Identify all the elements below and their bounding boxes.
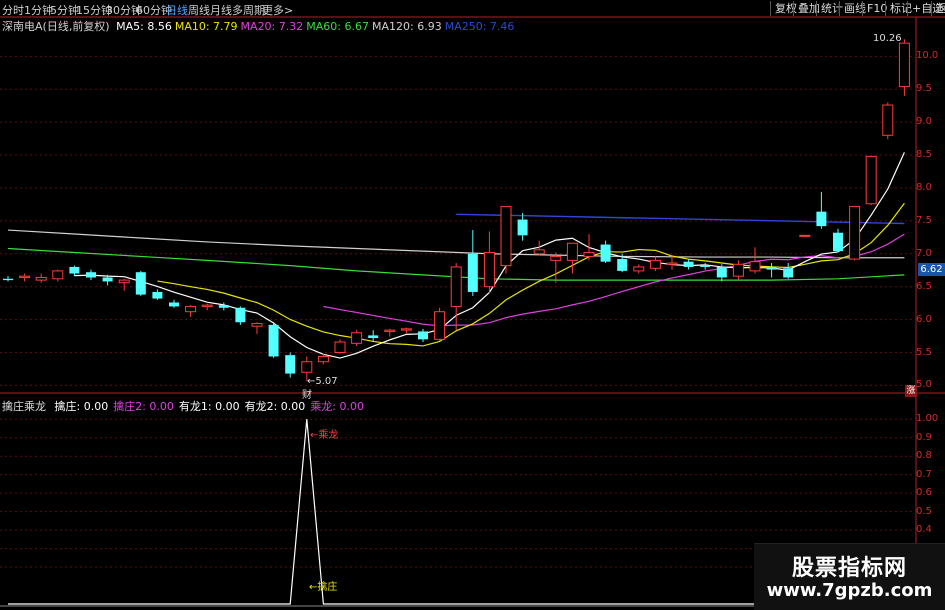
- ind-tick-5: 0.5: [916, 505, 932, 517]
- chenglong-peak-label: ←乘龙: [310, 430, 339, 441]
- indicator-value-3: 有龙2: 0.00: [244, 400, 306, 413]
- current-price-tag: 6.62: [918, 263, 945, 276]
- candle-body-53: [882, 104, 894, 136]
- indicator-value-1: 擒庄2: 0.00: [113, 400, 174, 413]
- candle-body-54: [898, 42, 910, 88]
- candle-body-3: [52, 270, 64, 280]
- candle-body-20: [334, 341, 346, 354]
- candle-body-10: [169, 302, 179, 307]
- candle-body-12: [201, 304, 213, 307]
- candle-body-21: [351, 332, 363, 344]
- candle-body-13: [218, 305, 229, 308]
- candle-body-34: [566, 242, 578, 261]
- zhang-badge: 涨: [905, 385, 917, 397]
- indicator-value-0: 擒庄: 0.00: [54, 400, 109, 413]
- candle-body-24: [400, 328, 412, 331]
- candle-body-38: [633, 266, 645, 272]
- candle-body-5: [86, 272, 96, 278]
- candle-body-6: [102, 277, 113, 282]
- indicator-title[interactable]: 擒庄乘龙: [2, 400, 46, 413]
- candle-body-8: [135, 272, 146, 295]
- indicator-info-line: 擒庄乘龙 擒庄: 0.00 擒庄2: 0.00 有龙1: 0.00 有龙2: 0.00…: [2, 398, 374, 414]
- ind-tick-0: 1.00: [916, 413, 939, 425]
- price-tick-2: 9.0: [916, 116, 932, 128]
- candle-body-51: [849, 205, 861, 260]
- price-tick-8: 6.0: [916, 313, 932, 325]
- candle-body-9: [152, 291, 163, 299]
- ind-tick-3: 0.7: [916, 468, 932, 480]
- candle-body-17: [285, 355, 296, 374]
- candle-body-49: [816, 211, 827, 227]
- candle-body-25: [418, 331, 428, 340]
- candle-body-19: [317, 355, 329, 363]
- candle-body-22: [368, 335, 379, 339]
- ind-tick-4: 0.6: [916, 487, 932, 499]
- candle-body-43: [716, 266, 727, 278]
- kline-chart[interactable]: [0, 0, 945, 609]
- candle-body-7: [118, 279, 130, 284]
- candle-body-36: [600, 244, 611, 262]
- candle-body-29: [483, 251, 495, 288]
- price-tick-4: 8.0: [916, 181, 932, 193]
- watermark-title: 股票指标网: [791, 556, 907, 581]
- candle-body-41: [683, 261, 694, 267]
- candle-body-40: [666, 262, 678, 265]
- candle-body-31: [517, 219, 528, 236]
- watermark-url: www.7gpzb.com: [766, 580, 933, 601]
- price-tick-0: 10.0: [916, 50, 939, 62]
- price-tick-9: 5.5: [916, 346, 932, 358]
- candle-body-39: [649, 259, 661, 269]
- candle-body-35: [583, 251, 595, 257]
- high-price-label: 10.26: [873, 33, 902, 44]
- candle-body-0: [3, 278, 13, 281]
- qinzhuang-base-label: ←擒庄: [309, 582, 338, 593]
- candle-body-33: [550, 255, 562, 261]
- ind-tick-6: 0.4: [916, 524, 932, 536]
- candle-body-50: [833, 232, 843, 252]
- price-tick-3: 8.5: [916, 149, 932, 161]
- candle-body-23: [384, 329, 396, 332]
- watermark-banner: 股票指标网 www.7gpzb.com: [754, 543, 945, 610]
- candle-body-11: [185, 305, 197, 313]
- candle-body-26: [434, 311, 446, 340]
- candle-body-30: [500, 205, 512, 267]
- candle-body-15: [251, 323, 263, 327]
- candle-body-28: [467, 253, 478, 292]
- indicator-value-2: 有龙1: 0.00: [178, 400, 240, 413]
- indicator-values: 擒庄: 0.00 擒庄2: 0.00 有龙1: 0.00 有龙2: 0.00 乘龙: 0…: [55, 400, 370, 413]
- candle-body-37: [617, 259, 628, 271]
- candle-body-2: [35, 276, 47, 281]
- candle-body-18: [301, 361, 313, 373]
- candle-body-52: [865, 155, 877, 205]
- candle-body-1: [19, 275, 31, 278]
- price-tick-6: 7.0: [916, 247, 932, 259]
- candle-body-27: [450, 266, 462, 307]
- candle-body-42: [700, 265, 711, 267]
- price-tick-5: 7.5: [916, 214, 932, 226]
- price-tick-10: 5.0: [916, 379, 932, 391]
- candle-body-16: [268, 324, 279, 357]
- ind-tick-2: 0.8: [916, 450, 932, 462]
- candle-body-48: [799, 234, 811, 237]
- candle-body-45: [749, 261, 761, 272]
- candle-body-14: [235, 307, 246, 323]
- indicator-value-4: 乘龙: 0.00: [310, 400, 365, 413]
- ind-tick-1: 0.9: [916, 431, 932, 443]
- candle-body-32: [533, 249, 545, 255]
- price-tick-1: 9.5: [916, 83, 932, 95]
- candle-body-4: [69, 266, 80, 274]
- price-tick-7: 6.5: [916, 280, 932, 292]
- candle-body-46: [766, 266, 777, 270]
- candle-body-47: [783, 268, 794, 278]
- candle-body-44: [732, 263, 744, 277]
